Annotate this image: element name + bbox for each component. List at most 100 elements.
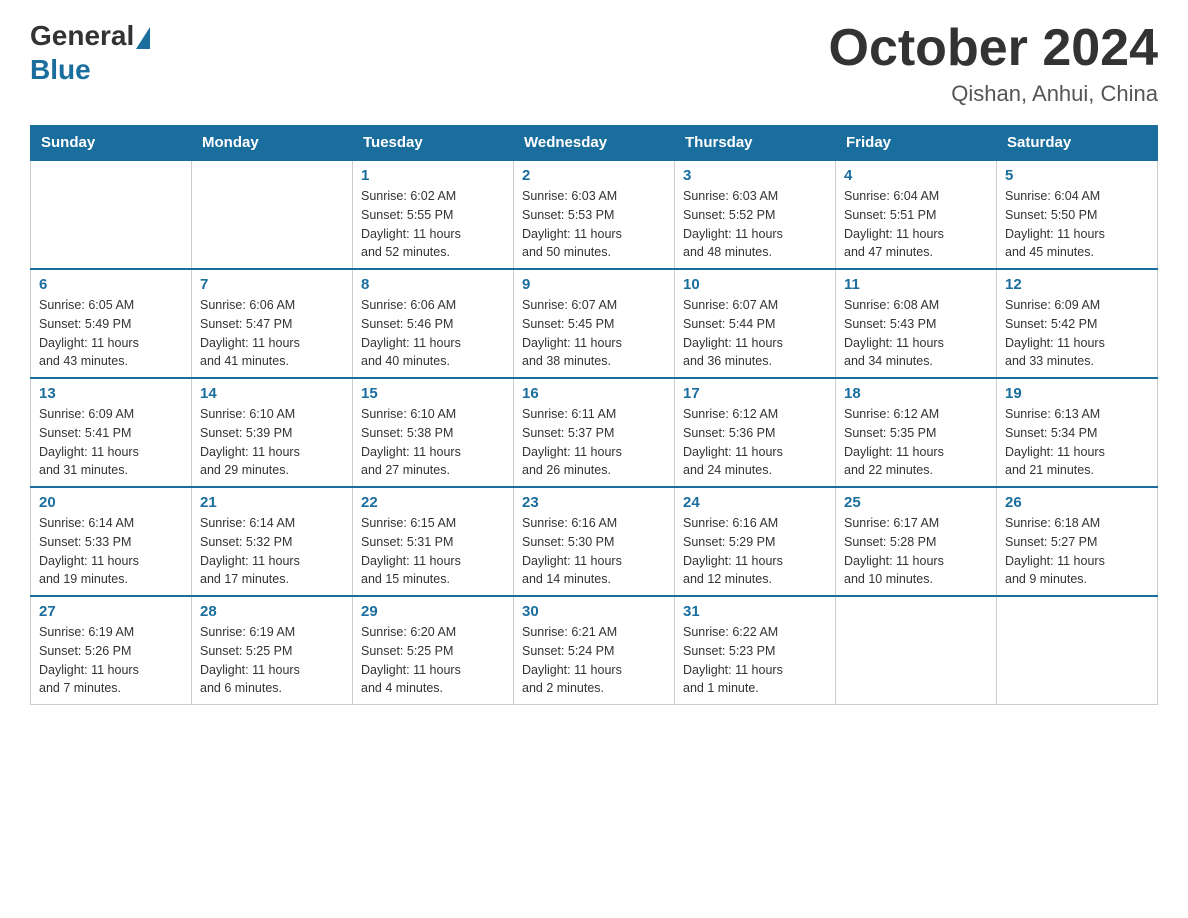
col-friday: Friday [836, 126, 997, 161]
day-info: Sunrise: 6:11 AMSunset: 5:37 PMDaylight:… [522, 405, 666, 480]
week-row-2: 6 Sunrise: 6:05 AMSunset: 5:49 PMDaylight… [31, 269, 1158, 378]
week-row-3: 13 Sunrise: 6:09 AMSunset: 5:41 PMDayligh… [31, 378, 1158, 487]
calendar-cell: 5 Sunrise: 6:04 AMSunset: 5:50 PMDaylight… [997, 160, 1158, 269]
week-row-4: 20 Sunrise: 6:14 AMSunset: 5:33 PMDayligh… [31, 487, 1158, 596]
day-info: Sunrise: 6:02 AMSunset: 5:55 PMDaylight:… [361, 187, 505, 262]
calendar-cell [836, 596, 997, 705]
calendar-cell: 29Sunrise: 6:20 AMSunset: 5:25 PMDayligh… [353, 596, 514, 705]
day-info: Sunrise: 6:06 AMSunset: 5:47 PMDaylight:… [200, 296, 344, 371]
day-info: Sunrise: 6:14 AMSunset: 5:33 PMDaylight:… [39, 514, 183, 589]
day-number: 20 [39, 494, 183, 511]
calendar-cell: 22 Sunrise: 6:15 AMSunset: 5:31 PMDayligh… [353, 487, 514, 596]
logo-triangle-icon [136, 27, 150, 49]
calendar-cell: 3 Sunrise: 6:03 AMSunset: 5:52 PMDaylight… [675, 160, 836, 269]
day-info: Sunrise: 6:19 AMSunset: 5:26 PMDaylight:… [39, 623, 183, 698]
day-number: 17 [683, 385, 827, 402]
calendar-table: Sunday Monday Tuesday Wednesday Thursday… [30, 125, 1158, 705]
day-info: Sunrise: 6:21 AMSunset: 5:24 PMDaylight:… [522, 623, 666, 698]
calendar-cell: 9 Sunrise: 6:07 AMSunset: 5:45 PMDaylight… [514, 269, 675, 378]
day-number: 16 [522, 385, 666, 402]
calendar-cell: 1 Sunrise: 6:02 AMSunset: 5:55 PMDaylight… [353, 160, 514, 269]
page-subtitle: Qishan, Anhui, China [829, 81, 1159, 107]
calendar-cell [997, 596, 1158, 705]
day-info: Sunrise: 6:13 AMSunset: 5:34 PMDaylight:… [1005, 405, 1149, 480]
calendar-cell: 28 Sunrise: 6:19 AMSunset: 5:25 PMDayligh… [192, 596, 353, 705]
day-info: Sunrise: 6:04 AMSunset: 5:51 PMDaylight:… [844, 187, 988, 262]
calendar-cell: 12 Sunrise: 6:09 AMSunset: 5:42 PMDayligh… [997, 269, 1158, 378]
day-number: 18 [844, 385, 988, 402]
calendar-cell: 10Sunrise: 6:07 AMSunset: 5:44 PMDayligh… [675, 269, 836, 378]
day-number: 28 [200, 603, 344, 620]
day-number: 1 [361, 167, 505, 184]
day-number: 5 [1005, 167, 1149, 184]
calendar-cell: 8 Sunrise: 6:06 AMSunset: 5:46 PMDaylight… [353, 269, 514, 378]
title-block: October 2024 Qishan, Anhui, China [829, 20, 1159, 107]
calendar-cell: 4 Sunrise: 6:04 AMSunset: 5:51 PMDaylight… [836, 160, 997, 269]
calendar-cell [31, 160, 192, 269]
col-wednesday: Wednesday [514, 126, 675, 161]
day-number: 3 [683, 167, 827, 184]
calendar-header-row: Sunday Monday Tuesday Wednesday Thursday… [31, 126, 1158, 161]
calendar-cell: 2 Sunrise: 6:03 AMSunset: 5:53 PMDaylight… [514, 160, 675, 269]
calendar-cell: 26 Sunrise: 6:18 AMSunset: 5:27 PMDayligh… [997, 487, 1158, 596]
day-info: Sunrise: 6:05 AMSunset: 5:49 PMDaylight:… [39, 296, 183, 371]
calendar-cell: 13 Sunrise: 6:09 AMSunset: 5:41 PMDayligh… [31, 378, 192, 487]
day-info: Sunrise: 6:03 AMSunset: 5:53 PMDaylight:… [522, 187, 666, 262]
day-info: Sunrise: 6:18 AMSunset: 5:27 PMDaylight:… [1005, 514, 1149, 589]
calendar-cell: 7 Sunrise: 6:06 AMSunset: 5:47 PMDaylight… [192, 269, 353, 378]
day-info: Sunrise: 6:07 AMSunset: 5:44 PMDaylight:… [683, 296, 827, 371]
day-info: Sunrise: 6:10 AMSunset: 5:39 PMDaylight:… [200, 405, 344, 480]
day-number: 6 [39, 276, 183, 293]
day-number: 22 [361, 494, 505, 511]
col-tuesday: Tuesday [353, 126, 514, 161]
day-number: 9 [522, 276, 666, 293]
day-number: 23 [522, 494, 666, 511]
day-number: 30 [522, 603, 666, 620]
calendar-cell: 31 Sunrise: 6:22 AMSunset: 5:23 PMDayligh… [675, 596, 836, 705]
day-info: Sunrise: 6:03 AMSunset: 5:52 PMDaylight:… [683, 187, 827, 262]
day-number: 8 [361, 276, 505, 293]
day-info: Sunrise: 6:07 AMSunset: 5:45 PMDaylight:… [522, 296, 666, 371]
day-info: Sunrise: 6:17 AMSunset: 5:28 PMDaylight:… [844, 514, 988, 589]
day-info: Sunrise: 6:09 AMSunset: 5:41 PMDaylight:… [39, 405, 183, 480]
calendar-cell: 30 Sunrise: 6:21 AMSunset: 5:24 PMDayligh… [514, 596, 675, 705]
day-info: Sunrise: 6:20 AMSunset: 5:25 PMDaylight:… [361, 623, 505, 698]
day-info: Sunrise: 6:10 AMSunset: 5:38 PMDaylight:… [361, 405, 505, 480]
calendar-cell [192, 160, 353, 269]
day-number: 2 [522, 167, 666, 184]
calendar-cell: 27 Sunrise: 6:19 AMSunset: 5:26 PMDayligh… [31, 596, 192, 705]
day-info: Sunrise: 6:15 AMSunset: 5:31 PMDaylight:… [361, 514, 505, 589]
calendar-cell: 18Sunrise: 6:12 AMSunset: 5:35 PMDayligh… [836, 378, 997, 487]
day-number: 24 [683, 494, 827, 511]
day-info: Sunrise: 6:08 AMSunset: 5:43 PMDaylight:… [844, 296, 988, 371]
col-thursday: Thursday [675, 126, 836, 161]
day-number: 19 [1005, 385, 1149, 402]
calendar-cell: 21Sunrise: 6:14 AMSunset: 5:32 PMDayligh… [192, 487, 353, 596]
day-info: Sunrise: 6:06 AMSunset: 5:46 PMDaylight:… [361, 296, 505, 371]
calendar-cell: 16 Sunrise: 6:11 AMSunset: 5:37 PMDayligh… [514, 378, 675, 487]
calendar-cell: 20 Sunrise: 6:14 AMSunset: 5:33 PMDayligh… [31, 487, 192, 596]
day-number: 12 [1005, 276, 1149, 293]
day-info: Sunrise: 6:19 AMSunset: 5:25 PMDaylight:… [200, 623, 344, 698]
day-number: 4 [844, 167, 988, 184]
calendar-cell: 24 Sunrise: 6:16 AMSunset: 5:29 PMDayligh… [675, 487, 836, 596]
page-title: October 2024 [829, 20, 1159, 77]
week-row-1: 1 Sunrise: 6:02 AMSunset: 5:55 PMDaylight… [31, 160, 1158, 269]
col-saturday: Saturday [997, 126, 1158, 161]
day-info: Sunrise: 6:16 AMSunset: 5:29 PMDaylight:… [683, 514, 827, 589]
day-number: 25 [844, 494, 988, 511]
day-number: 13 [39, 385, 183, 402]
calendar-cell: 23Sunrise: 6:16 AMSunset: 5:30 PMDayligh… [514, 487, 675, 596]
day-info: Sunrise: 6:04 AMSunset: 5:50 PMDaylight:… [1005, 187, 1149, 262]
day-number: 27 [39, 603, 183, 620]
day-number: 31 [683, 603, 827, 620]
day-info: Sunrise: 6:22 AMSunset: 5:23 PMDaylight:… [683, 623, 827, 698]
calendar-cell: 11Sunrise: 6:08 AMSunset: 5:43 PMDayligh… [836, 269, 997, 378]
day-info: Sunrise: 6:09 AMSunset: 5:42 PMDaylight:… [1005, 296, 1149, 371]
day-number: 26 [1005, 494, 1149, 511]
day-info: Sunrise: 6:14 AMSunset: 5:32 PMDaylight:… [200, 514, 344, 589]
day-number: 14 [200, 385, 344, 402]
day-number: 7 [200, 276, 344, 293]
page-header: General Blue October 2024 Qishan, Anhui,… [30, 20, 1158, 107]
calendar-cell: 19 Sunrise: 6:13 AMSunset: 5:34 PMDayligh… [997, 378, 1158, 487]
